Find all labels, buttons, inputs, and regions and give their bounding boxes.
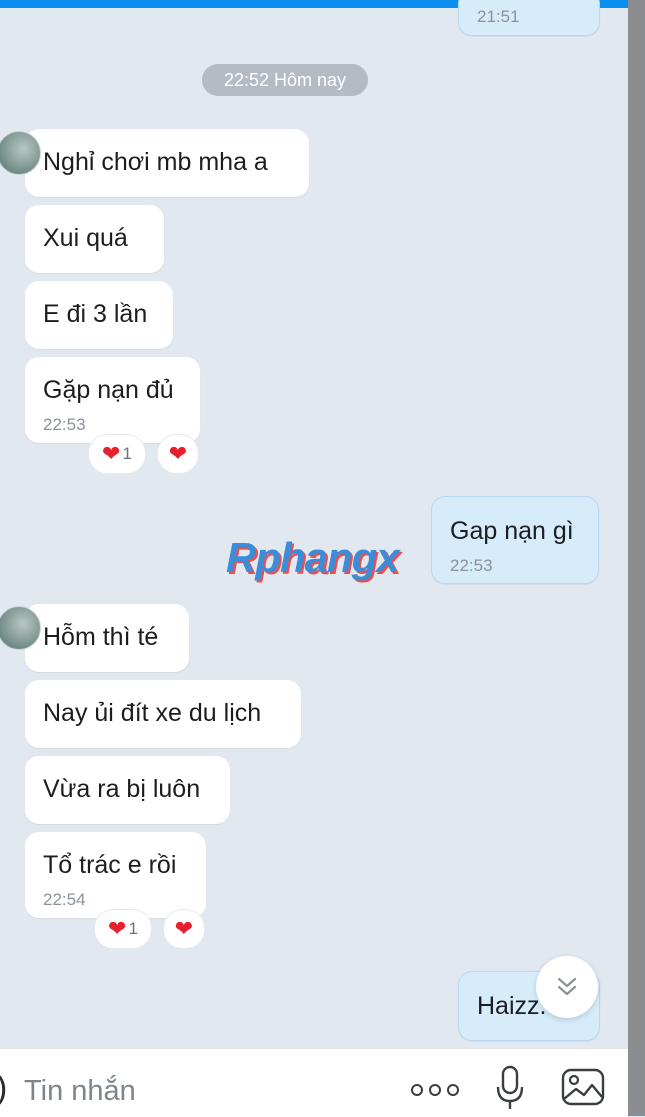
message-text: Xui quá: [43, 224, 128, 252]
react-button[interactable]: ❤: [163, 909, 205, 949]
message-input-bar: ) Tin nhắn: [0, 1048, 628, 1117]
heart-icon: ❤: [102, 441, 121, 466]
react-button[interactable]: ❤: [157, 434, 199, 474]
message-bubble[interactable]: Nay ủi đít xe du lịch: [25, 680, 301, 748]
scroll-to-bottom-button[interactable]: [536, 956, 598, 1018]
more-dots-icon[interactable]: [410, 1083, 460, 1097]
message-text: Haizz.: [477, 992, 547, 1020]
message-text: Gap nạn gì: [450, 517, 574, 545]
message-bubble[interactable]: Gặp nạn đủ 22:53: [25, 357, 200, 443]
message-bubble[interactable]: Vừa ra bị luôn: [25, 756, 230, 824]
reaction-count: 1: [128, 919, 138, 938]
message-bubble[interactable]: Hỗm thì té: [0, 604, 189, 672]
message-input[interactable]: Tin nhắn: [24, 1075, 136, 1108]
heart-icon: ❤: [174, 916, 194, 941]
message-time: 22:53: [43, 415, 86, 434]
reaction-summary[interactable]: ❤ 1: [88, 434, 146, 474]
watermark-logo: Rphangx: [226, 534, 400, 581]
screen-edge: [628, 0, 645, 1116]
message-bubble[interactable]: Xui quá: [25, 205, 164, 273]
heart-icon: ❤: [108, 916, 127, 941]
message-time: 22:54: [43, 890, 86, 909]
message-text: Vừa ra bị luôn: [43, 775, 201, 803]
message-text: Gặp nạn đủ: [43, 376, 174, 404]
reaction-count: 1: [122, 444, 132, 463]
chat-area[interactable]: 21:51 22:52 Hôm nay Nghỉ chơi mb mha a X…: [0, 0, 628, 1048]
message-bubble[interactable]: Nghỉ chơi mb mha a: [0, 129, 309, 197]
message-bubble-outgoing[interactable]: Gap nạn gì 22:53: [431, 496, 599, 584]
avatar[interactable]: [0, 131, 41, 175]
heart-icon: ❤: [168, 441, 188, 466]
message-bubble[interactable]: Tổ trác e rồi 22:54: [25, 832, 206, 918]
reaction-summary[interactable]: ❤ 1: [94, 909, 152, 949]
message-text: E đi 3 lần: [43, 300, 148, 328]
message-bubble-partial[interactable]: 21:51: [458, 0, 600, 36]
avatar[interactable]: [0, 606, 41, 650]
date-divider: 22:52 Hôm nay: [202, 64, 368, 96]
chevron-down-double-icon: [557, 977, 577, 996]
message-text: Tổ trác e rồi: [43, 851, 177, 879]
message-time: 21:51: [477, 7, 520, 26]
message-bubble[interactable]: E đi 3 lần: [25, 281, 173, 349]
message-text: Nay ủi đít xe du lịch: [43, 699, 262, 727]
message-text: Hỗm thì té: [43, 623, 159, 651]
emoji-icon[interactable]: ): [0, 1069, 7, 1108]
message-text: Nghỉ chơi mb mha a: [43, 148, 268, 176]
message-time: 22:53: [450, 556, 493, 575]
microphone-icon[interactable]: [494, 1063, 526, 1113]
image-icon[interactable]: [560, 1067, 606, 1107]
